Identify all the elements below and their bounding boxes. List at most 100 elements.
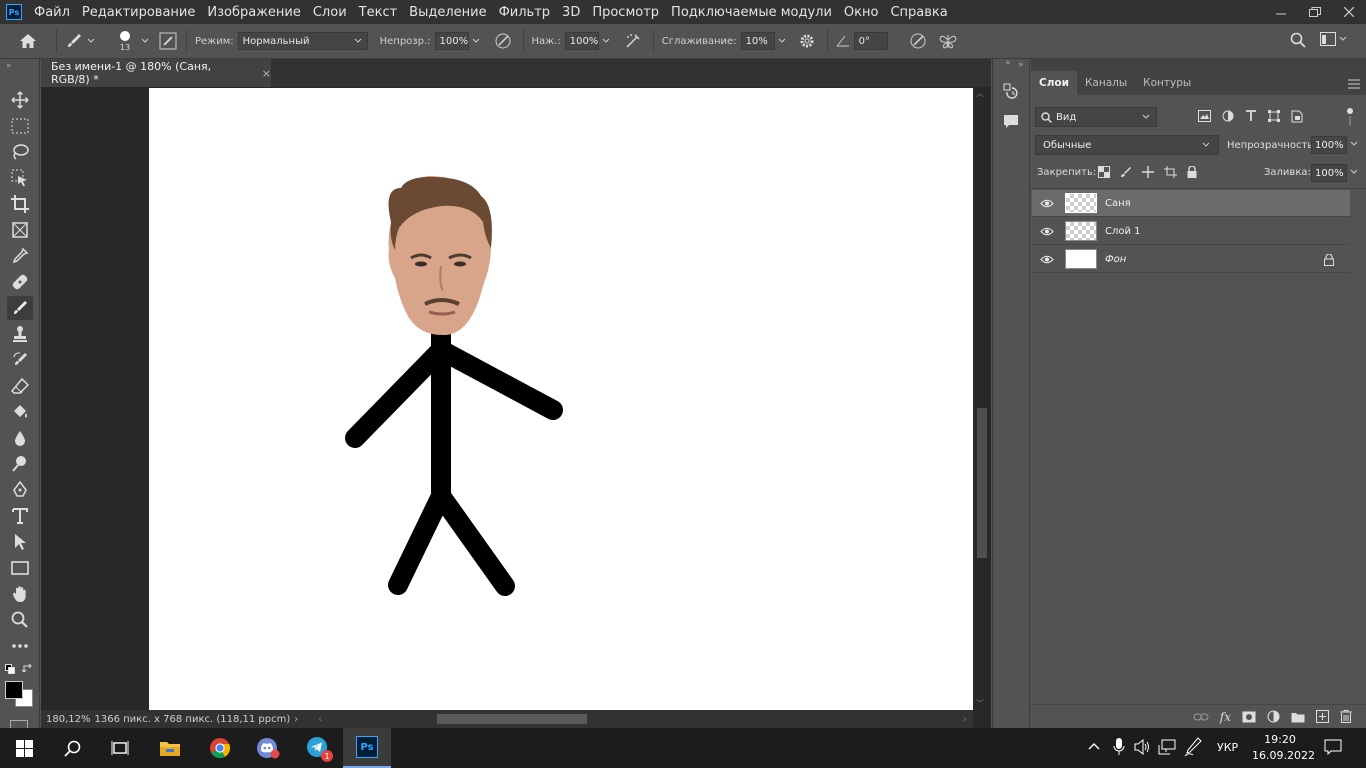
menu-select[interactable]: Выделение bbox=[409, 5, 486, 20]
smoothing-settings-button[interactable] bbox=[799, 33, 819, 49]
menu-window[interactable]: Окно bbox=[844, 5, 879, 20]
comments-panel-button[interactable] bbox=[1003, 114, 1019, 130]
move-tool[interactable] bbox=[7, 88, 33, 112]
history-brush-tool[interactable] bbox=[7, 348, 33, 372]
crop-tool[interactable] bbox=[7, 192, 33, 216]
object-selection-tool[interactable] bbox=[7, 166, 33, 190]
adjustment-layer-icon[interactable] bbox=[1267, 710, 1280, 723]
blur-tool[interactable] bbox=[7, 426, 33, 450]
visibility-toggle[interactable] bbox=[1032, 255, 1062, 264]
expand-panels-icon[interactable]: « bbox=[1005, 58, 1011, 68]
close-tab-icon[interactable]: × bbox=[262, 67, 271, 80]
filter-smart-object-icon[interactable] bbox=[1291, 110, 1303, 123]
type-tool[interactable] bbox=[7, 504, 33, 528]
tab-paths[interactable]: Контуры bbox=[1135, 71, 1199, 95]
close-button[interactable] bbox=[1332, 0, 1366, 24]
restore-button[interactable] bbox=[1298, 0, 1332, 24]
pen-workspace-tray-button[interactable] bbox=[1184, 737, 1202, 757]
telegram-button[interactable]: 1 bbox=[294, 728, 342, 768]
layer-name[interactable]: Фон bbox=[1105, 254, 1126, 265]
microphone-tray-button[interactable] bbox=[1113, 738, 1125, 756]
layer-opacity-dropdown[interactable] bbox=[1349, 139, 1359, 149]
chrome-button[interactable] bbox=[196, 728, 244, 768]
filter-toggle[interactable] bbox=[1343, 108, 1357, 128]
chevron-down-icon[interactable] bbox=[140, 36, 150, 46]
language-indicator[interactable]: УКР bbox=[1217, 741, 1238, 754]
visibility-toggle[interactable] bbox=[1032, 199, 1062, 208]
task-view-button[interactable] bbox=[96, 728, 144, 768]
file-explorer-button[interactable] bbox=[146, 728, 194, 768]
fx-icon[interactable]: fx bbox=[1220, 710, 1231, 724]
volume-tray-button[interactable] bbox=[1134, 739, 1152, 755]
document-tab[interactable]: Без имени-1 @ 180% (Саня, RGB/8) * × bbox=[41, 59, 271, 87]
eyedropper-tool[interactable] bbox=[7, 244, 33, 268]
search-button[interactable] bbox=[1290, 32, 1306, 48]
more-tools-button[interactable] bbox=[7, 634, 33, 658]
brush-size-picker[interactable]: 13 bbox=[110, 30, 140, 52]
tab-channels[interactable]: Каналы bbox=[1077, 71, 1135, 95]
discord-button[interactable] bbox=[244, 728, 292, 768]
zoom-tool[interactable] bbox=[7, 608, 33, 632]
dodge-tool[interactable] bbox=[7, 452, 33, 476]
horizontal-scroll-thumb[interactable] bbox=[437, 714, 588, 724]
tab-layers[interactable]: Слои bbox=[1031, 71, 1077, 95]
menu-file[interactable]: Файл bbox=[34, 5, 70, 20]
layer-filter-select[interactable]: Вид bbox=[1035, 107, 1157, 127]
filter-type-icon[interactable] bbox=[1245, 110, 1257, 122]
layer-name[interactable]: Саня bbox=[1105, 198, 1131, 209]
folder-icon[interactable] bbox=[1291, 711, 1305, 723]
scroll-up-arrow[interactable]: ︿ bbox=[976, 88, 988, 98]
panel-menu-button[interactable] bbox=[1348, 79, 1366, 95]
tool-preset-picker[interactable] bbox=[65, 32, 96, 50]
quick-mask-button[interactable] bbox=[10, 720, 28, 728]
menu-edit[interactable]: Редактирование bbox=[82, 5, 195, 20]
zoom-level[interactable]: 180,12% bbox=[46, 714, 91, 725]
scroll-left-arrow[interactable]: ‹ bbox=[318, 714, 322, 725]
default-colors-button[interactable] bbox=[5, 664, 15, 674]
menu-image[interactable]: Изображение bbox=[207, 5, 300, 20]
trash-icon[interactable] bbox=[1340, 710, 1352, 723]
new-layer-icon[interactable] bbox=[1316, 710, 1329, 723]
eraser-tool[interactable] bbox=[7, 374, 33, 398]
menu-plugins[interactable]: Подключаемые модули bbox=[671, 5, 832, 20]
smoothing-dropdown[interactable] bbox=[775, 32, 789, 50]
lasso-tool[interactable] bbox=[7, 140, 33, 164]
minimize-button[interactable] bbox=[1264, 0, 1298, 24]
airbrush-button[interactable] bbox=[623, 31, 645, 51]
opacity-dropdown[interactable] bbox=[469, 32, 483, 50]
clock[interactable]: 19:20 16.09.2022 bbox=[1252, 732, 1315, 764]
rectangle-tool[interactable] bbox=[7, 556, 33, 580]
photoshop-taskbar-button[interactable]: Ps bbox=[343, 728, 391, 768]
network-tray-button[interactable] bbox=[1158, 739, 1176, 755]
angle-input[interactable]: 0° bbox=[853, 32, 888, 50]
layer-row-sanya[interactable]: Саня bbox=[1032, 190, 1350, 217]
pressure-opacity-button[interactable] bbox=[493, 31, 515, 51]
brush-tool[interactable] bbox=[7, 296, 33, 320]
menu-type[interactable]: Текст bbox=[359, 5, 398, 20]
brush-settings-button[interactable] bbox=[158, 31, 178, 51]
workspace-switcher[interactable] bbox=[1320, 32, 1348, 46]
flow-dropdown[interactable] bbox=[599, 32, 613, 50]
foreground-color-swatch[interactable] bbox=[5, 681, 23, 699]
swap-colors-button[interactable] bbox=[22, 663, 34, 675]
filter-shape-icon[interactable] bbox=[1268, 110, 1280, 122]
menu-layers[interactable]: Слои bbox=[313, 5, 347, 20]
opacity-input[interactable]: 100% bbox=[434, 32, 469, 50]
status-menu-arrow[interactable]: › bbox=[294, 714, 298, 725]
show-hidden-icons-button[interactable] bbox=[1088, 741, 1100, 751]
clone-stamp-tool[interactable] bbox=[7, 322, 33, 346]
vertical-scroll-thumb[interactable] bbox=[977, 408, 987, 558]
path-selection-tool[interactable] bbox=[7, 530, 33, 554]
pen-tool[interactable] bbox=[7, 478, 33, 502]
menu-3d[interactable]: 3D bbox=[562, 5, 580, 20]
canvas[interactable] bbox=[149, 88, 973, 710]
hand-tool[interactable] bbox=[7, 582, 33, 606]
lock-transparent-icon[interactable] bbox=[1098, 166, 1110, 178]
mode-select[interactable]: Нормальный bbox=[237, 32, 368, 50]
paint-bucket-tool[interactable] bbox=[7, 400, 33, 424]
layer-opacity-input[interactable]: 100% bbox=[1311, 136, 1347, 154]
add-mask-icon[interactable] bbox=[1242, 711, 1256, 723]
scroll-down-arrow[interactable]: ﹀ bbox=[976, 698, 988, 708]
vertical-scrollbar[interactable]: ︿ ﹀ bbox=[973, 88, 991, 710]
search-taskbar-button[interactable] bbox=[48, 728, 96, 768]
